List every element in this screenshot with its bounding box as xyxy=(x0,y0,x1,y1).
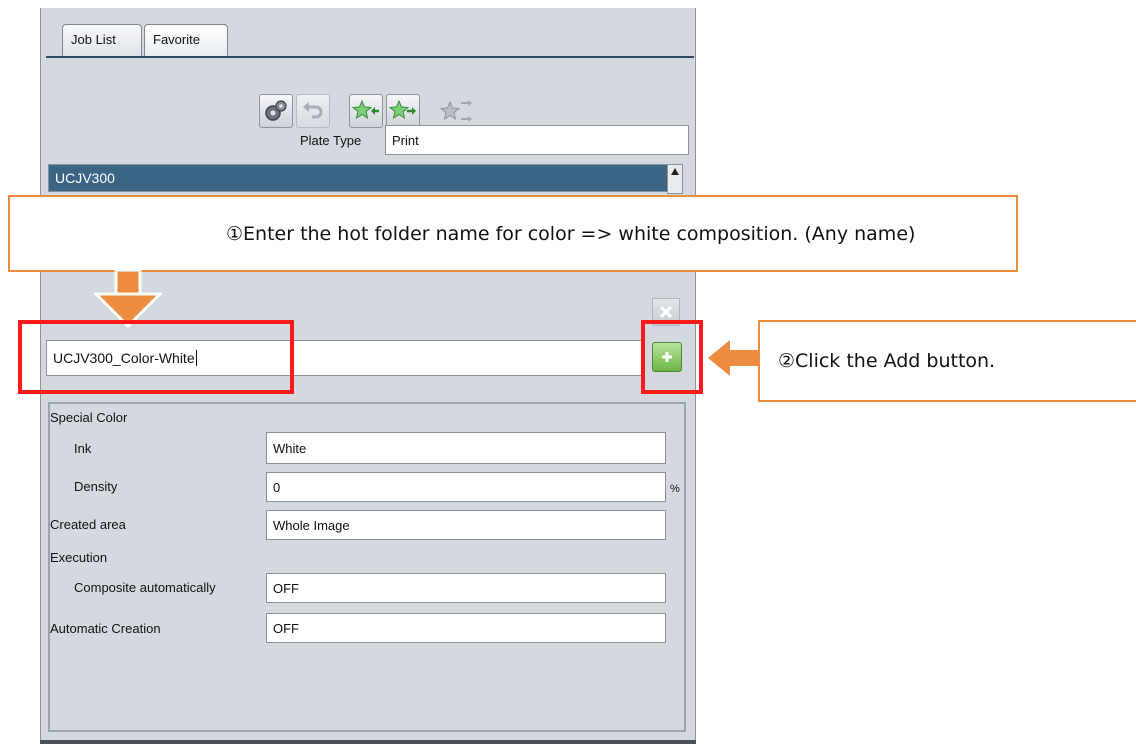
hot-folder-list-item-selected[interactable]: UCJV300 xyxy=(49,165,667,191)
close-icon xyxy=(659,305,673,319)
tab-divider xyxy=(46,56,694,58)
arrow-left-icon xyxy=(708,340,764,376)
plate-type-label: Plate Type xyxy=(300,133,362,148)
gears-icon xyxy=(265,100,287,121)
ink-label: Ink xyxy=(74,441,92,456)
density-label: Density xyxy=(74,479,118,494)
export-favorite-button[interactable] xyxy=(386,94,420,128)
created-area-label: Created area xyxy=(50,517,126,532)
special-color-heading: Special Color xyxy=(50,410,128,425)
tab-favorite-label: Favorite xyxy=(153,32,200,47)
automatic-creation-field[interactable]: OFF xyxy=(266,613,666,643)
share-favorite-button[interactable] xyxy=(436,94,476,128)
plate-type-field[interactable]: Print xyxy=(385,125,689,155)
tab-job-list-label: Job List xyxy=(71,32,116,47)
composite-automatically-field[interactable]: OFF xyxy=(266,573,666,603)
import-favorite-button[interactable] xyxy=(349,94,383,128)
density-field[interactable]: 0 xyxy=(266,472,666,502)
tab-job-list[interactable]: Job List xyxy=(62,24,142,56)
list-scrollbar[interactable] xyxy=(667,164,683,194)
callout-step-1: ①Enter the hot folder name for color => … xyxy=(8,195,1018,272)
undo-icon xyxy=(303,102,323,119)
arrow-down-icon xyxy=(94,268,162,328)
star-share-icon xyxy=(439,100,472,122)
scroll-up-icon xyxy=(671,168,679,175)
star-import-icon xyxy=(352,99,379,120)
tab-favorite[interactable]: Favorite xyxy=(144,24,228,56)
created-area-field[interactable]: Whole Image xyxy=(266,510,666,540)
callout-step-2-text: ②Click the Add button. xyxy=(778,350,996,372)
execution-heading: Execution xyxy=(50,550,108,565)
star-export-icon xyxy=(389,99,416,120)
settings-button[interactable] xyxy=(259,94,293,128)
composite-automatically-label: Composite automatically xyxy=(74,580,216,595)
panel-bottom-edge xyxy=(40,740,696,744)
highlight-add-button xyxy=(641,320,703,394)
callout-step-2: ②Click the Add button. xyxy=(758,320,1136,402)
highlight-name-input xyxy=(18,320,294,394)
automatic-creation-label: Automatic Creation xyxy=(50,621,161,636)
density-unit: % xyxy=(670,483,680,495)
ink-field[interactable]: White xyxy=(266,432,666,464)
undo-button[interactable] xyxy=(296,94,330,128)
callout-step-1-text: ①Enter the hot folder name for color => … xyxy=(226,222,916,245)
